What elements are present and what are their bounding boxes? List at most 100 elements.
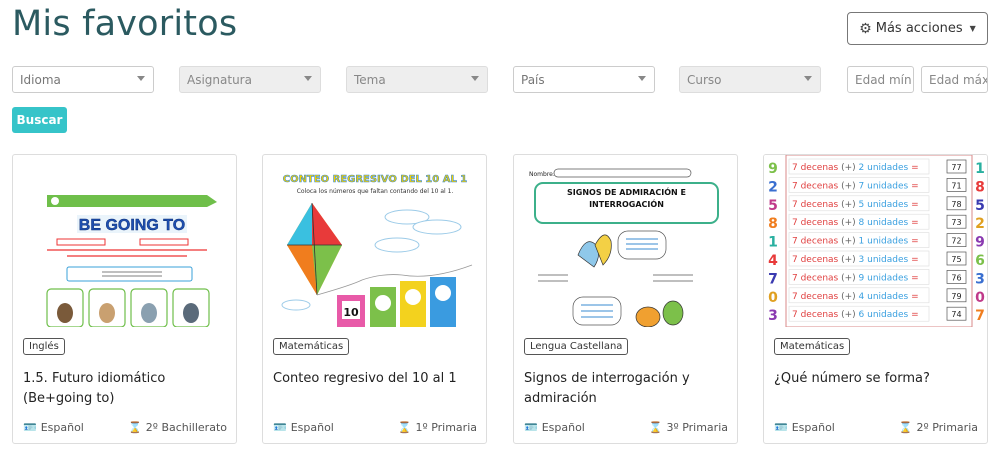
decorative-digit: 9 — [975, 235, 985, 251]
answer-value: 79 — [951, 292, 961, 301]
level-label: 3º Primaria — [666, 421, 728, 434]
subject-tag: Inglés — [23, 338, 65, 355]
decorative-digit: 5 — [768, 198, 778, 214]
worksheet-row-text: 7 decenas (+) 2 unidades = — [792, 163, 919, 173]
answer-value: 77 — [951, 163, 961, 172]
decorative-digit: 2 — [975, 216, 985, 232]
decorative-digit: 0 — [975, 290, 985, 306]
language-label: Español — [290, 421, 334, 434]
answer-value: 72 — [951, 237, 961, 246]
card-level: ⌛ 1º Primaria — [398, 421, 477, 434]
age-min-input[interactable]: Edad mín — [847, 66, 914, 93]
hourglass-icon: ⌛ — [128, 421, 142, 434]
worksheet-row-text: 7 decenas (+) 7 unidades = — [792, 181, 919, 191]
topic-select-value: Tema — [354, 72, 386, 87]
language-label: Español — [791, 421, 835, 434]
decorative-digit: 1 — [975, 161, 985, 177]
decorative-digit: 9 — [768, 161, 778, 177]
worksheet-row-text: 7 decenas (+) 8 unidades = — [792, 218, 919, 228]
language-select[interactable]: Idioma — [12, 66, 154, 93]
language-icon: 🪪 — [524, 421, 538, 434]
dropdown-caret-icon — [638, 76, 646, 81]
course-select[interactable]: Curso — [679, 66, 821, 93]
level-label: 2º Primaria — [916, 421, 978, 434]
hourglass-icon: ⌛ — [898, 421, 913, 434]
resource-card[interactable]: Nombre: SIGNOS DE ADMIRACIÓN E INTERROGA… — [513, 154, 738, 444]
age-min-placeholder: Edad mín — [855, 72, 912, 87]
decorative-digit: 3 — [975, 271, 985, 287]
answer-value: 74 — [951, 310, 961, 319]
language-select-value: Idioma — [20, 72, 61, 87]
course-select-value: Curso — [687, 72, 722, 87]
card-language: 🪪 Español — [524, 421, 585, 434]
more-actions-label: Más acciones — [875, 21, 963, 36]
hourglass-icon: ⌛ — [397, 421, 412, 434]
worksheet-row-text: 7 decenas (+) 3 unidades = — [792, 255, 919, 265]
gear-icon: ⚙ — [859, 20, 872, 37]
decorative-digit: 8 — [975, 179, 985, 195]
answer-value: 73 — [951, 218, 961, 227]
decorative-digit: 4 — [768, 253, 778, 269]
language-label: Español — [541, 421, 585, 434]
chevron-down-icon: ▼ — [969, 24, 976, 33]
worksheet-row-text: 7 decenas (+) 1 unidades = — [792, 237, 919, 247]
language-icon: 🪪 — [774, 421, 788, 434]
resource-thumbnail[interactable]: 7 decenas (+) 2 unidades = 77 9 1 7 decenas … — [764, 155, 987, 327]
subject-tag: Lengua Castellana — [524, 338, 629, 355]
topic-select[interactable]: Tema — [346, 66, 488, 93]
resource-card[interactable]: BE GOING TO Inglés 1.5. Futuro idiomátic… — [12, 154, 237, 444]
decorative-digit: 6 — [975, 253, 985, 269]
page-title: Mis favoritos — [12, 4, 238, 44]
card-language: 🪪 Español — [273, 421, 334, 434]
thumb-heading: BE GOING TO — [79, 217, 185, 234]
resource-card[interactable]: CONTEO REGRESIVO DEL 10 AL 1 Coloca los … — [262, 154, 487, 444]
card-language: 🪪 Español — [23, 421, 84, 434]
decorative-digit: 1 — [768, 235, 778, 251]
card-title[interactable]: ¿Qué número se forma? — [774, 369, 979, 389]
card-title[interactable]: 1.5. Futuro idiomático (Be+going to) — [23, 369, 228, 409]
dropdown-caret-icon — [471, 76, 479, 81]
resource-thumbnail[interactable]: CONTEO REGRESIVO DEL 10 AL 1 Coloca los … — [272, 155, 479, 327]
answer-value: 75 — [951, 255, 961, 264]
level-label: 2º Bachillerato — [145, 421, 227, 434]
country-select[interactable]: País — [513, 66, 655, 93]
resource-thumbnail[interactable]: Nombre: SIGNOS DE ADMIRACIÓN E INTERROGA… — [523, 155, 730, 327]
card-title[interactable]: Signos de interrogación y admiración — [524, 369, 729, 409]
decorative-digit: 0 — [768, 290, 778, 306]
dropdown-caret-icon — [804, 76, 812, 81]
card-language: 🪪 Español — [774, 421, 835, 434]
age-max-input[interactable]: Edad máx — [921, 66, 988, 93]
decorative-digit: 7 — [768, 271, 778, 287]
worksheet-row-text: 7 decenas (+) 5 unidades = — [792, 200, 919, 210]
subject-select-value: Asignatura — [187, 72, 252, 87]
subject-tag: Matemáticas — [774, 338, 851, 355]
thumb-name-label: Nombre: — [529, 171, 555, 178]
language-icon: 🪪 — [23, 421, 37, 434]
language-icon: 🪪 — [273, 421, 287, 434]
dropdown-caret-icon — [304, 76, 312, 81]
hourglass-icon: ⌛ — [648, 421, 663, 434]
decorative-digit: 7 — [975, 308, 985, 324]
level-label: 1º Primaria — [415, 421, 477, 434]
dropdown-caret-icon — [137, 76, 145, 81]
decorative-digit: 3 — [768, 308, 778, 324]
decorative-digit: 2 — [768, 179, 778, 195]
resource-thumbnail[interactable]: BE GOING TO — [22, 155, 229, 327]
language-label: Español — [40, 421, 84, 434]
worksheet-row-text: 7 decenas (+) 6 unidades = — [792, 310, 919, 320]
answer-value: 71 — [951, 181, 961, 190]
card-level: ⌛ 3º Primaria — [649, 421, 728, 434]
search-button[interactable]: Buscar — [12, 107, 67, 133]
thumb-number: 10 — [343, 306, 359, 319]
answer-value: 78 — [951, 200, 961, 209]
decorative-digit: 5 — [975, 198, 985, 214]
card-level: ⌛ 2º Primaria — [899, 421, 978, 434]
card-title[interactable]: Conteo regresivo del 10 al 1 — [273, 369, 478, 389]
answer-value: 76 — [951, 273, 961, 282]
subject-select[interactable]: Asignatura — [179, 66, 321, 93]
age-max-placeholder: Edad máx — [929, 72, 988, 87]
resource-card[interactable]: 7 decenas (+) 2 unidades = 77 9 1 7 decenas … — [763, 154, 988, 444]
more-actions-button[interactable]: ⚙ Más acciones ▼ — [847, 12, 988, 45]
worksheet-row-text: 7 decenas (+) 9 unidades = — [792, 273, 919, 283]
thumb-heading: CONTEO REGRESIVO DEL 10 AL 1 — [283, 174, 468, 185]
